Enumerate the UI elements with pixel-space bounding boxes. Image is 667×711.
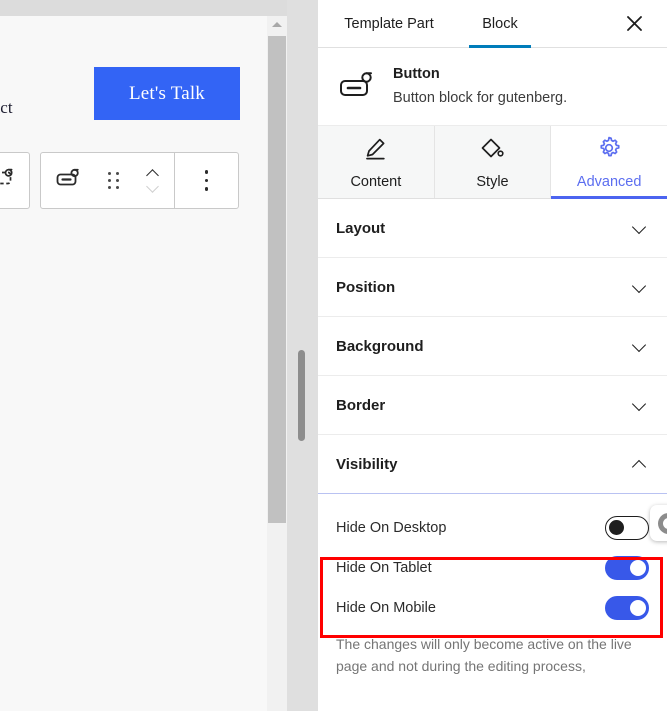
block-mover[interactable] <box>132 152 175 209</box>
section-background-label: Background <box>336 337 424 355</box>
subtab-content[interactable]: Content <box>318 126 435 199</box>
cursor-indicator <box>650 505 667 541</box>
button-block-icon <box>336 64 380 106</box>
hide-on-desktop-toggle[interactable] <box>605 516 649 541</box>
subtab-style[interactable]: Style <box>434 126 552 199</box>
canvas-scrollbar-thumb[interactable] <box>268 36 286 523</box>
gear-icon <box>595 134 623 167</box>
block-info-card: Button Button block for gutenberg. <box>318 48 667 127</box>
drag-handle-button[interactable] <box>97 152 132 209</box>
template-part-icon[interactable] <box>0 165 16 196</box>
section-layout[interactable]: Layout <box>318 199 667 259</box>
contact-partial-text: tact <box>0 98 13 117</box>
sidebar-tabbar: Template Part Block <box>318 0 667 48</box>
drag-handle-icon <box>108 171 120 190</box>
block-toolbar[interactable] <box>40 152 239 209</box>
subtab-content-label: Content <box>350 173 402 190</box>
chevron-up-icon[interactable] <box>145 168 161 177</box>
hide-on-tablet-toggle[interactable] <box>605 556 649 581</box>
section-position[interactable]: Position <box>318 258 667 318</box>
chevron-down-icon <box>145 184 161 193</box>
editor-canvas[interactable]: tact Let's Talk <box>0 16 267 711</box>
section-visibility-label: Visibility <box>336 455 398 473</box>
toggle-row-hide-on-desktop: Hide On Desktop <box>318 508 667 548</box>
parent-block-toolbar[interactable] <box>0 152 30 209</box>
hide-on-desktop-label: Hide On Desktop <box>336 520 447 537</box>
section-visibility[interactable]: Visibility <box>318 435 667 495</box>
hide-on-tablet-label: Hide On Tablet <box>336 560 432 577</box>
editor-screen: tact Let's Talk <box>0 0 667 711</box>
toggle-row-hide-on-tablet: Hide On Tablet <box>318 548 667 588</box>
chevron-down-icon[interactable] <box>631 340 649 352</box>
more-options-button[interactable] <box>174 152 238 209</box>
section-background[interactable]: Background <box>318 317 667 377</box>
block-description: Button block for gutenberg. <box>393 89 568 106</box>
cursor-ring-inner-icon <box>662 517 667 529</box>
block-title: Button <box>393 66 440 82</box>
subtab-style-label: Style <box>476 173 509 190</box>
subtab-advanced-label: Advanced <box>576 174 642 191</box>
chevron-up-icon[interactable] <box>631 458 649 470</box>
tab-template-part[interactable]: Template Part <box>318 0 460 47</box>
top-gray-strip <box>0 0 318 16</box>
pencil-icon <box>362 135 389 167</box>
section-border[interactable]: Border <box>318 376 667 436</box>
page-scrollbar-thumb[interactable] <box>298 350 305 441</box>
more-options-icon <box>204 170 209 191</box>
hide-on-mobile-toggle[interactable] <box>605 596 649 621</box>
block-info-text: Button Button block for gutenberg. <box>393 64 567 109</box>
settings-subtabs: Content Style Advanced <box>318 126 667 200</box>
style-droplet-icon <box>479 135 506 167</box>
chevron-down-icon[interactable] <box>631 222 649 234</box>
scrollbar-up-arrow-icon[interactable] <box>267 16 287 33</box>
button-block-icon <box>55 165 83 196</box>
lets-talk-button[interactable]: Let's Talk <box>94 67 240 120</box>
canvas-scrollbar[interactable] <box>267 16 287 711</box>
close-icon[interactable] <box>618 7 651 40</box>
block-type-button[interactable] <box>41 152 97 209</box>
chevron-down-icon[interactable] <box>631 281 649 293</box>
visibility-help-text: The changes will only become active on t… <box>336 636 632 674</box>
block-settings-sidebar: Template Part Block Button Button block … <box>318 0 667 711</box>
toggle-row-hide-on-mobile: Hide On Mobile <box>318 588 667 628</box>
section-border-label: Border <box>336 396 386 414</box>
subtab-advanced[interactable]: Advanced <box>551 126 667 200</box>
panel-gutter <box>287 0 318 711</box>
hide-on-mobile-label: Hide On Mobile <box>336 600 436 617</box>
section-layout-label: Layout <box>336 219 386 237</box>
chevron-down-icon[interactable] <box>631 399 649 411</box>
tab-block[interactable]: Block <box>460 0 540 48</box>
section-position-label: Position <box>336 278 396 296</box>
